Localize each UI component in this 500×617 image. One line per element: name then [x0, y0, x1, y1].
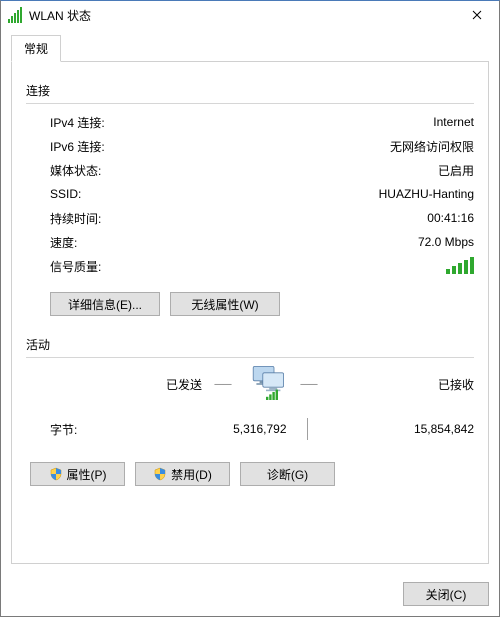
media-state-value: 已启用: [438, 162, 474, 179]
bytes-received-value: 15,854,842: [308, 422, 475, 436]
wlan-status-window: WLAN 状态 常规 连接 IPv4 连接: Internet IPv6 连接:…: [0, 0, 500, 617]
wireless-properties-button[interactable]: 无线属性(W): [170, 292, 280, 316]
details-button[interactable]: 详细信息(E)...: [50, 292, 160, 316]
ipv6-label: IPv6 连接:: [50, 138, 105, 155]
window-title: WLAN 状态: [29, 7, 455, 24]
disable-button[interactable]: 禁用(D): [135, 462, 230, 486]
properties-button[interactable]: 属性(P): [30, 462, 125, 486]
bytes-label: 字节:: [50, 421, 120, 438]
activity-section: 活动 已发送 ──: [26, 336, 474, 486]
ipv4-label: IPv4 连接:: [50, 114, 105, 131]
dash-icon: ──: [210, 377, 236, 391]
received-label: 已接收: [322, 376, 474, 393]
activity-legend: 活动: [26, 336, 50, 353]
close-icon: [472, 10, 482, 20]
signal-bars-icon: [446, 256, 474, 274]
ipv4-value: Internet: [433, 115, 474, 129]
close-dialog-button[interactable]: 关闭(C): [403, 582, 489, 606]
media-state-label: 媒体状态:: [50, 162, 101, 179]
ssid-label: SSID:: [50, 187, 81, 201]
properties-button-label: 属性(P): [67, 466, 107, 483]
shield-icon: [49, 467, 63, 481]
general-panel: 连接 IPv4 连接: Internet IPv6 连接: 无网络访问权限 媒体…: [11, 62, 489, 564]
sent-label: 已发送: [50, 376, 210, 393]
activity-monitors-icon: [236, 364, 296, 404]
duration-label: 持续时间:: [50, 210, 101, 227]
diagnose-button[interactable]: 诊断(G): [240, 462, 335, 486]
tab-general[interactable]: 常规: [11, 35, 61, 62]
signal-quality-value: [446, 256, 474, 277]
wifi-icon: [7, 7, 23, 23]
tabstrip: 常规: [11, 35, 489, 62]
connection-legend: 连接: [26, 82, 50, 99]
ipv6-value: 无网络访问权限: [390, 138, 474, 155]
dialog-footer: 关闭(C): [403, 582, 489, 606]
shield-icon: [153, 467, 167, 481]
speed-value: 72.0 Mbps: [418, 235, 474, 249]
duration-value: 00:41:16: [427, 211, 474, 225]
disable-button-label: 禁用(D): [171, 466, 212, 483]
speed-label: 速度:: [50, 234, 77, 251]
bytes-sent-value: 5,316,792: [120, 422, 307, 436]
connection-section: 连接 IPv4 连接: Internet IPv6 连接: 无网络访问权限 媒体…: [26, 82, 474, 316]
ssid-value: HUAZHU-Hanting: [379, 187, 474, 201]
close-button[interactable]: [455, 1, 499, 29]
dash-icon: ──: [296, 377, 322, 391]
signal-quality-label: 信号质量:: [50, 258, 101, 275]
titlebar: WLAN 状态: [1, 1, 499, 29]
